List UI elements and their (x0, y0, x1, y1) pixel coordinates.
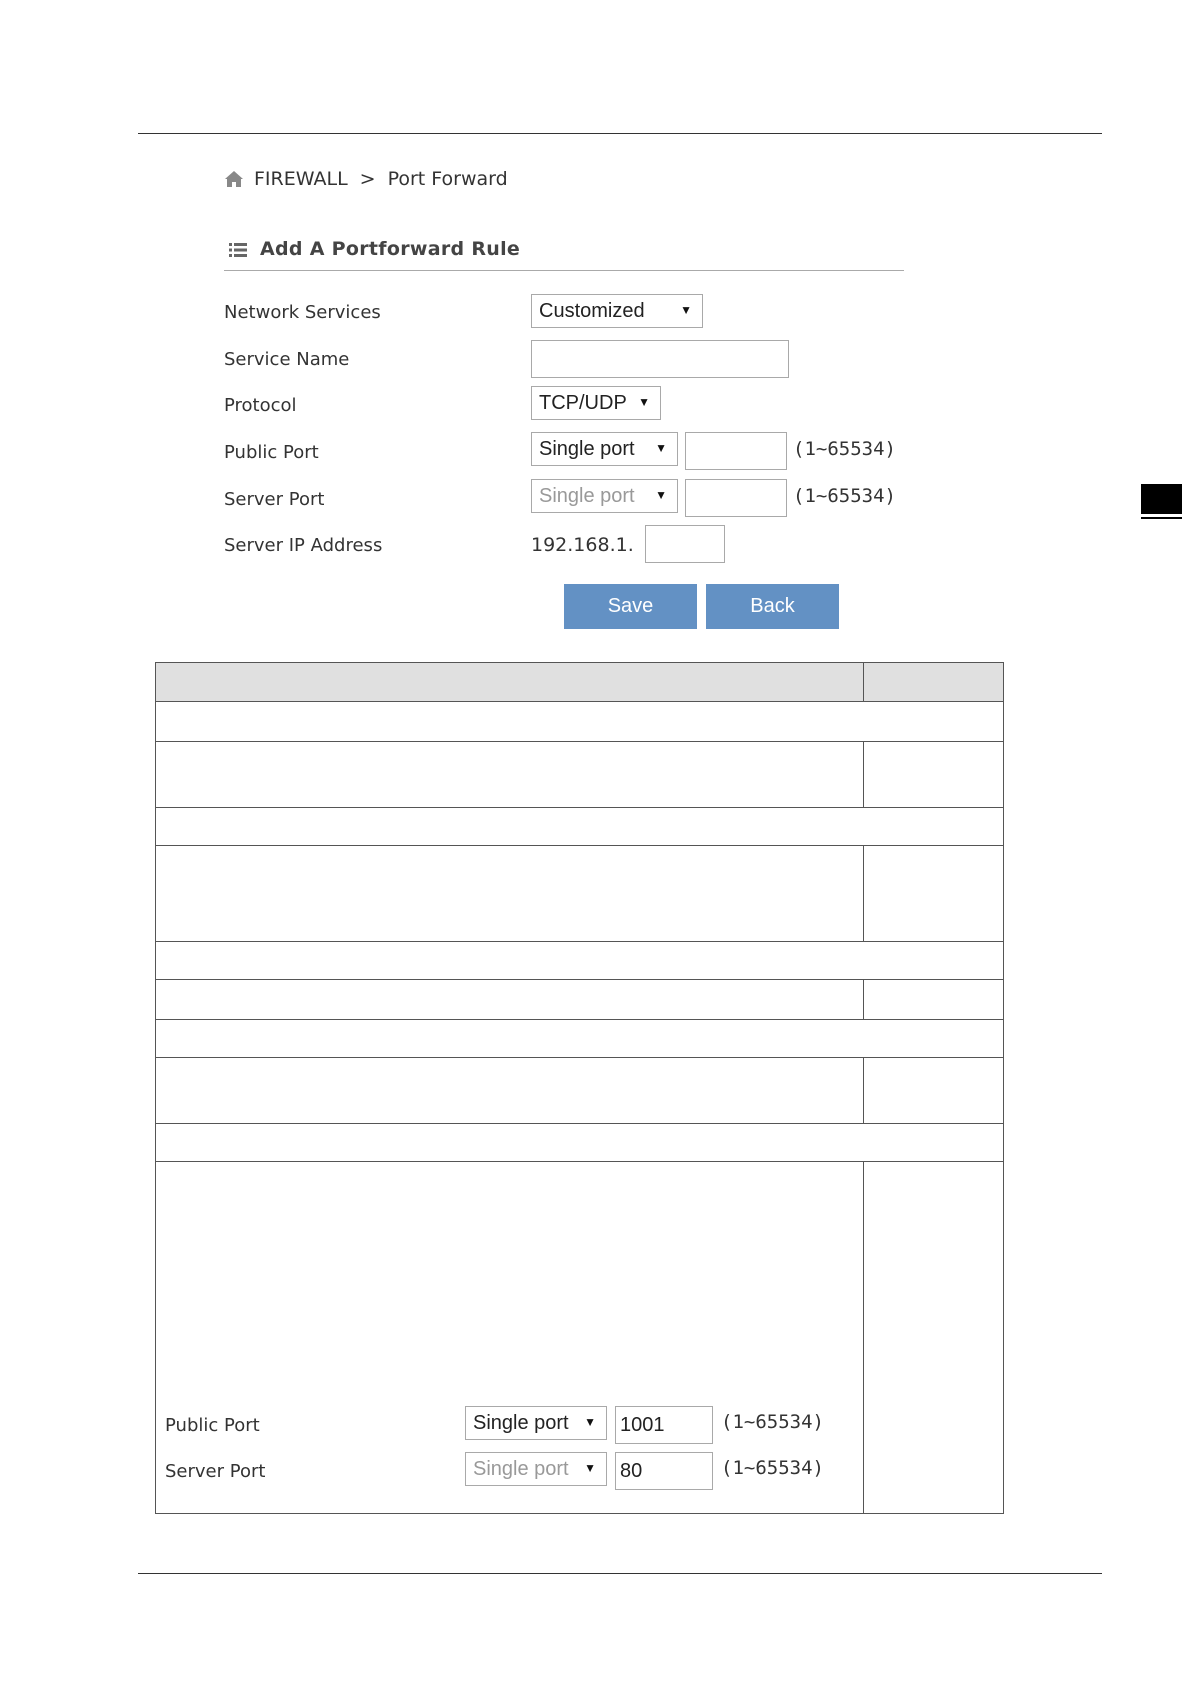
label-protocol: Protocol (224, 395, 297, 416)
page-top-rule (138, 133, 1102, 134)
triangle-down-icon: ▼ (655, 488, 667, 502)
back-button[interactable]: Back (706, 584, 839, 629)
example-server-port-mode-select[interactable]: Single port ▼ (465, 1452, 607, 1486)
server-ip-prefix: 192.168.1. (531, 534, 634, 556)
breadcrumb-section[interactable]: FIREWALL (254, 168, 348, 190)
column-divider (863, 741, 864, 807)
triangle-down-icon: ▼ (584, 1461, 596, 1475)
triangle-down-icon: ▼ (638, 395, 650, 409)
table-row-line (156, 845, 1003, 846)
label-server-port: Server Port (224, 489, 325, 510)
label-network-services: Network Services (224, 302, 381, 323)
breadcrumb-page: Port Forward (387, 168, 508, 190)
example-server-port-mode-value: Single port (473, 1457, 569, 1480)
section-divider (224, 270, 904, 271)
triangle-down-icon: ▼ (680, 303, 692, 317)
table-row-line (156, 701, 1003, 702)
example-label-server-port: Server Port (165, 1461, 266, 1482)
breadcrumb-separator: > (359, 168, 376, 190)
label-public-port: Public Port (224, 442, 319, 463)
table-row-line (156, 807, 1003, 808)
example-label-public-port: Public Port (165, 1415, 260, 1436)
label-server-ip: Server IP Address (224, 535, 383, 556)
server-port-range-hint: (1~65534) (793, 485, 896, 507)
example-public-port-range-hint: (1~65534) (721, 1411, 824, 1433)
column-divider (863, 663, 864, 702)
table-row-line (156, 941, 1003, 942)
example-public-port-mode-value: Single port (473, 1411, 569, 1434)
server-ip-last-octet-input[interactable] (645, 525, 725, 563)
server-port-input[interactable] (685, 479, 787, 517)
home-icon[interactable] (224, 170, 244, 188)
public-port-input[interactable] (685, 432, 787, 470)
public-port-mode-select[interactable]: Single port ▼ (531, 432, 678, 466)
network-services-value: Customized (539, 299, 645, 322)
table-row-line (156, 1123, 1003, 1124)
table-row-line (156, 979, 1003, 980)
page-bottom-rule (138, 1573, 1102, 1574)
triangle-down-icon: ▼ (584, 1415, 596, 1429)
public-port-mode-value: Single port (539, 437, 635, 460)
example-public-port-mode-select[interactable]: Single port ▼ (465, 1406, 607, 1440)
save-button[interactable]: Save (564, 584, 697, 629)
server-port-mode-value: Single port (539, 484, 635, 507)
column-divider (863, 845, 864, 941)
example-public-port-input[interactable]: 1001 (615, 1406, 713, 1444)
label-service-name: Service Name (224, 349, 350, 370)
protocol-value: TCP/UDP (539, 391, 627, 414)
table-row-line (156, 1019, 1003, 1020)
side-tab-marker (1141, 484, 1182, 514)
side-tab-underline (1141, 517, 1182, 519)
column-divider (863, 1161, 864, 1513)
table-header (156, 663, 1003, 701)
table-row-line (156, 741, 1003, 742)
example-server-port-input[interactable]: 80 (615, 1452, 713, 1490)
example-server-port-range-hint: (1~65534) (721, 1457, 824, 1479)
public-port-range-hint: (1~65534) (793, 438, 896, 460)
service-name-input[interactable] (531, 340, 789, 378)
form-title: Add A Portforward Rule (260, 238, 521, 260)
column-divider (863, 1057, 864, 1123)
layout-table (155, 662, 1004, 1514)
section-title: Add A Portforward Rule (229, 238, 520, 260)
protocol-select[interactable]: TCP/UDP ▼ (531, 386, 661, 420)
column-divider (863, 979, 864, 1019)
triangle-down-icon: ▼ (655, 441, 667, 455)
server-port-mode-select[interactable]: Single port ▼ (531, 479, 678, 513)
breadcrumb: FIREWALL > Port Forward (224, 168, 508, 190)
table-row-line (156, 1161, 1003, 1162)
table-row-line (156, 1057, 1003, 1058)
list-icon (229, 241, 247, 257)
network-services-select[interactable]: Customized ▼ (531, 294, 703, 328)
